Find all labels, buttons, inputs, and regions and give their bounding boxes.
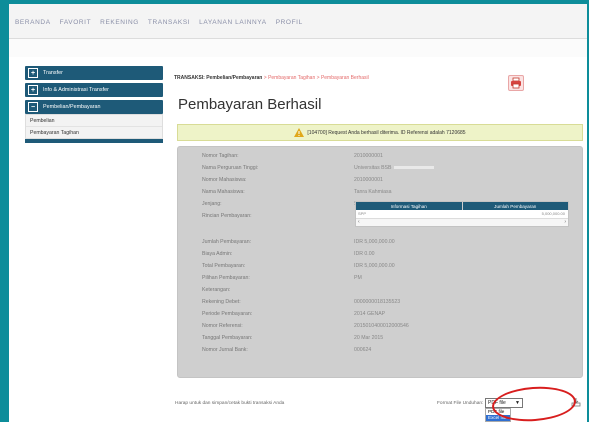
scroll-right-icon[interactable]: › xyxy=(564,219,566,225)
notice-text: [104700] Request Anda berhasil diterima.… xyxy=(307,129,466,136)
detail-row: Nomor Jurnal Bank: 000624 xyxy=(202,347,372,353)
detail-row: Total Pembayaran: IDR 5,000,000.00 xyxy=(202,263,395,269)
detail-row: Jumlah Pembayaran: IDR 5,000,000.00 xyxy=(202,239,395,245)
detail-row: Periode Pembayaran: 2014 GENAP xyxy=(202,311,386,317)
footer-note: Harap untuk dan simpan/cetak bukti trans… xyxy=(175,401,285,406)
detail-row: Biaya Admin: IDR 0.00 xyxy=(202,251,375,257)
warning-icon xyxy=(294,128,305,137)
column-header: Informasi Tagihan xyxy=(356,202,463,210)
highlight-annotation-ring xyxy=(490,384,578,422)
sidebar-subitem-pembayaran-tagihan[interactable]: Pembayaran Tagihan xyxy=(26,127,162,138)
detail-row: Pilihan Pembayaran: PM xyxy=(202,275,362,281)
breadcrumb-root: TRANSAKSI: Pembelian/Pembayaran xyxy=(174,75,263,81)
nav-profil[interactable]: PROFIL xyxy=(276,19,303,26)
download-format-label: Format File Unduhan: xyxy=(437,401,484,406)
page-title: Pembayaran Berhasil xyxy=(178,96,322,113)
sidebar-submenu: Pembelian Pembayaran Tagihan xyxy=(25,114,163,139)
sidebar: + Transfer + Info & Administrasi Transfe… xyxy=(25,66,163,143)
collapse-icon: − xyxy=(28,102,38,112)
detail-row: Rekening Debet: 0000000018135523 xyxy=(202,299,401,305)
top-navigation: BERANDA FAVORIT REKENING TRANSAKSI LAYAN… xyxy=(9,4,587,39)
nav-transaksi[interactable]: TRANSAKSI xyxy=(148,19,190,26)
print-pdf-icon[interactable] xyxy=(508,75,524,91)
detail-row: Keterangan: xyxy=(202,287,231,293)
sidebar-item-label: Transfer xyxy=(43,70,63,76)
detail-row: Nama Perguruan Tinggi: Universitas BSB xyxy=(202,165,572,175)
sidebar-item-info-administrasi-transfer[interactable]: + Info & Administrasi Transfer xyxy=(25,83,163,97)
success-notice: [104700] Request Anda berhasil diterima.… xyxy=(177,124,583,141)
detail-row: Nama Mahasiswa: Tanra Kahmiasa xyxy=(202,189,392,195)
detail-row: Tanggal Pembayaran: 20 Mar 2015 xyxy=(202,335,384,341)
detail-row: Nomor Referensi: 2015010400012000546 xyxy=(202,323,409,329)
sidebar-item-transfer[interactable]: + Transfer xyxy=(25,66,163,80)
expand-icon: + xyxy=(28,85,38,95)
sidebar-footer-bar xyxy=(25,139,163,143)
horizontal-scrollbar[interactable]: ‹ › xyxy=(356,218,568,226)
breadcrumb: TRANSAKSI: Pembelian/Pembayaran > Pembay… xyxy=(174,75,369,81)
rincian-table: Informasi Tagihan Jumlah Pembayaran SPP … xyxy=(355,201,569,227)
payment-detail-panel: Nomor Tagihan: 2010000001 Nama Perguruan … xyxy=(177,146,583,378)
sidebar-item-label: Info & Administrasi Transfer xyxy=(43,87,109,93)
table-cell: SPP xyxy=(358,211,367,216)
scroll-left-icon[interactable]: ‹ xyxy=(358,219,360,225)
top-menu: BERANDA FAVORIT REKENING TRANSAKSI LAYAN… xyxy=(15,19,303,26)
sidebar-item-pembelian-pembayaran[interactable]: − Pembelian/Pembayaran xyxy=(25,100,163,114)
nav-rekening[interactable]: REKENING xyxy=(100,19,139,26)
sub-header-bar xyxy=(9,39,587,57)
column-header: Jumlah Pembayaran xyxy=(462,202,568,210)
expand-icon: + xyxy=(28,68,38,78)
nav-layanan-lainnya[interactable]: LAYANAN LAINNYA xyxy=(199,19,267,26)
browser-frame: BERANDA FAVORIT REKENING TRANSAKSI LAYAN… xyxy=(9,4,587,422)
rincian-table-header: Informasi Tagihan Jumlah Pembayaran xyxy=(356,202,568,210)
breadcrumb-current: Pembayaran Berhasil xyxy=(320,75,369,81)
detail-row: Nomor Tagihan: 2010000001 xyxy=(202,153,383,159)
sidebar-item-label: Pembelian/Pembayaran xyxy=(43,104,101,110)
nav-favorit[interactable]: FAVORIT xyxy=(60,19,92,26)
detail-row: Nomor Mahasiswa: 2010000001 xyxy=(202,177,383,183)
nav-beranda[interactable]: BERANDA xyxy=(15,19,51,26)
sidebar-subitem-pembelian[interactable]: Pembelian xyxy=(26,115,162,127)
table-cell: 5,000,000.00 xyxy=(541,211,565,216)
table-row: SPP 5,000,000.00 xyxy=(356,210,568,217)
breadcrumb-link-pembayaran-tagihan[interactable]: Pembayaran Tagihan xyxy=(268,75,315,81)
